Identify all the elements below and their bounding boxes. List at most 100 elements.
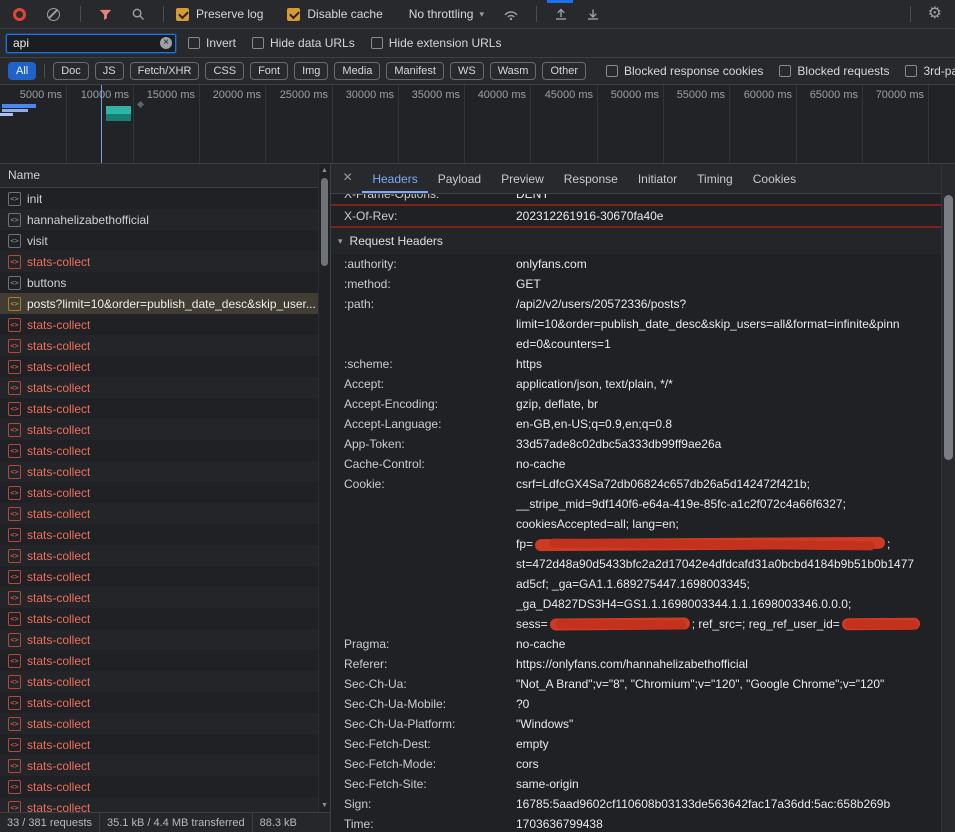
request-row[interactable]: <>stats-collect: [0, 755, 330, 776]
request-row[interactable]: <>stats-collect: [0, 587, 330, 608]
request-name: stats-collect: [27, 591, 90, 605]
type-filter-media[interactable]: Media: [334, 62, 380, 80]
unchecked-checkbox-icon: [606, 65, 618, 77]
request-headers-section-header[interactable]: ▾ Request Headers: [331, 228, 941, 254]
tab-response[interactable]: Response: [554, 164, 628, 193]
network-conditions-button[interactable]: [503, 6, 519, 22]
request-row[interactable]: <>stats-collect: [0, 398, 330, 419]
type-filter-ws[interactable]: WS: [450, 62, 484, 80]
header-row: Accept-Language:en-GB,en-US;q=0.9,en;q=0…: [331, 414, 941, 434]
preserve-log-checkbox[interactable]: Preserve log: [176, 7, 263, 21]
request-row[interactable]: <>stats-collect: [0, 566, 330, 587]
record-button[interactable]: [4, 8, 35, 21]
type-filter-all[interactable]: All: [8, 62, 36, 80]
tab-timing[interactable]: Timing: [687, 164, 743, 193]
request-row[interactable]: <>stats-collect: [0, 503, 330, 524]
request-row[interactable]: <>stats-collect: [0, 608, 330, 629]
request-row[interactable]: <>visit: [0, 230, 330, 251]
clear-filter-icon[interactable]: ×: [160, 37, 172, 49]
request-row[interactable]: <>stats-collect: [0, 692, 330, 713]
tab-headers[interactable]: Headers: [362, 164, 427, 193]
type-filter-wasm[interactable]: Wasm: [490, 62, 537, 80]
tab-initiator[interactable]: Initiator: [628, 164, 687, 193]
request-row[interactable]: <>posts?limit=10&order=publish_date_desc…: [0, 293, 330, 314]
unchecked-checkbox-icon: [371, 37, 383, 49]
name-column-header[interactable]: Name: [0, 164, 330, 188]
request-row[interactable]: <>stats-collect: [0, 482, 330, 503]
close-icon[interactable]: ×: [331, 170, 362, 188]
header-name: X-Frame-Options:: [331, 194, 516, 204]
scroll-up-icon[interactable]: ▲: [319, 167, 330, 174]
request-row[interactable]: <>stats-collect: [0, 524, 330, 545]
tab-payload[interactable]: Payload: [428, 164, 491, 193]
invert-checkbox[interactable]: Invert: [188, 36, 236, 50]
hide-data-urls-checkbox[interactable]: Hide data URLs: [252, 36, 355, 50]
request-row[interactable]: <>stats-collect: [0, 461, 330, 482]
type-filter-js[interactable]: JS: [95, 62, 124, 80]
network-overview[interactable]: 5000 ms10000 ms15000 ms20000 ms25000 ms3…: [0, 85, 955, 164]
scrollbar-thumb[interactable]: [944, 195, 953, 460]
request-list-scrollbar[interactable]: ▲ ▼: [318, 164, 330, 812]
request-row[interactable]: <>hannahelizabethofficial: [0, 209, 330, 230]
header-value: no-cache: [516, 454, 941, 474]
throttling-dropdown[interactable]: No throttling ▾: [409, 7, 484, 21]
disable-cache-checkbox[interactable]: Disable cache: [287, 7, 382, 21]
settings-button[interactable]: ⚙: [919, 6, 951, 22]
network-conditions-icon: [503, 6, 519, 22]
unchecked-checkbox-icon: [905, 65, 917, 77]
filter-input[interactable]: [7, 36, 175, 50]
request-row[interactable]: <>stats-collect: [0, 251, 330, 272]
hide-extension-urls-checkbox[interactable]: Hide extension URLs: [371, 36, 502, 50]
header-value: csrf=LdfcGX4Sa72db06824c657db26a5d142472…: [516, 474, 941, 634]
file-icon: <>: [8, 423, 21, 437]
request-row[interactable]: <>buttons: [0, 272, 330, 293]
file-icon: <>: [8, 717, 21, 731]
file-icon: <>: [8, 192, 21, 206]
request-row[interactable]: <>stats-collect: [0, 776, 330, 797]
type-filter-font[interactable]: Font: [250, 62, 288, 80]
search-icon: [131, 7, 146, 22]
request-row[interactable]: <>stats-collect: [0, 335, 330, 356]
request-row[interactable]: <>stats-collect: [0, 419, 330, 440]
request-row[interactable]: <>stats-collect: [0, 797, 330, 812]
request-row[interactable]: <>stats-collect: [0, 713, 330, 734]
filter-toggle-button[interactable]: [98, 7, 113, 22]
request-row[interactable]: <>stats-collect: [0, 356, 330, 377]
chevron-down-icon: ▾: [479, 9, 484, 20]
request-list-pane: Name <>init<>hannahelizabethofficial<>vi…: [0, 164, 331, 832]
type-filter-css[interactable]: CSS: [205, 62, 244, 80]
tab-cookies[interactable]: Cookies: [743, 164, 806, 193]
filter-checkbox-3rd-party-requests[interactable]: 3rd-party requests: [905, 64, 955, 78]
request-row[interactable]: <>stats-collect: [0, 440, 330, 461]
request-row[interactable]: <>stats-collect: [0, 545, 330, 566]
type-filter-doc[interactable]: Doc: [53, 62, 89, 80]
header-value-line: onlyfans.com: [516, 254, 941, 274]
unchecked-checkbox-icon: [188, 37, 200, 49]
type-filter-manifest[interactable]: Manifest: [386, 62, 444, 80]
request-row[interactable]: <>stats-collect: [0, 734, 330, 755]
request-row[interactable]: <>stats-collect: [0, 671, 330, 692]
type-filter-other[interactable]: Other: [542, 62, 586, 80]
search-button[interactable]: [131, 7, 146, 22]
overview-gridline: [265, 85, 266, 163]
request-row[interactable]: <>stats-collect: [0, 314, 330, 335]
scroll-down-icon[interactable]: ▼: [319, 802, 330, 809]
request-name: buttons: [27, 276, 66, 290]
export-har-button[interactable]: [585, 6, 601, 22]
header-row: Sign:16785:5aad9602cf110608b03133de56364…: [331, 794, 941, 814]
request-row[interactable]: <>stats-collect: [0, 377, 330, 398]
type-filter-img[interactable]: Img: [294, 62, 328, 80]
type-filter-fetch-xhr[interactable]: Fetch/XHR: [130, 62, 200, 80]
request-row[interactable]: <>stats-collect: [0, 650, 330, 671]
tab-preview[interactable]: Preview: [491, 164, 554, 193]
headers-panel: X-Frame-Options: DENY X-Of-Rev: 20231226…: [331, 194, 941, 832]
import-har-button[interactable]: [553, 6, 569, 22]
filter-checkbox-blocked-response-cookies[interactable]: Blocked response cookies: [606, 64, 763, 78]
header-value: 16785:5aad9602cf110608b03133de563642fac1…: [516, 794, 941, 814]
clear-button[interactable]: [35, 8, 72, 21]
detail-scrollbar[interactable]: [941, 164, 955, 832]
request-row[interactable]: <>init: [0, 188, 330, 209]
scrollbar-thumb[interactable]: [321, 178, 328, 266]
request-row[interactable]: <>stats-collect: [0, 629, 330, 650]
filter-checkbox-blocked-requests[interactable]: Blocked requests: [779, 64, 889, 78]
